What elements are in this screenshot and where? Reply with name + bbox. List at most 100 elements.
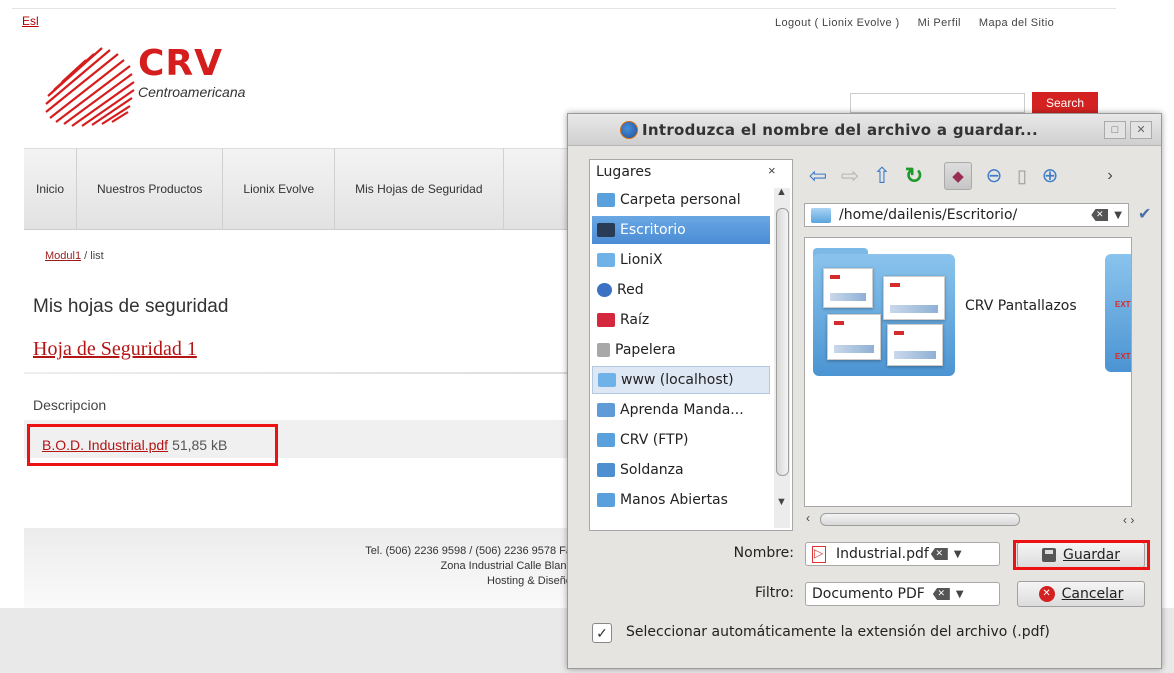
bookmark-folder-icon	[597, 403, 615, 417]
breadcrumb-current: / list	[81, 250, 104, 262]
pdf-file-icon	[812, 545, 826, 563]
filename-value: Industrial.pdf	[836, 546, 929, 562]
clear-filter-icon[interactable]: ✕	[932, 588, 950, 600]
file-download-link[interactable]: B.O.D. Industrial.pdf	[42, 437, 168, 453]
document-link[interactable]: Hoja de Seguridad 1	[33, 338, 197, 361]
places-close-icon[interactable]: ×	[768, 163, 776, 178]
place-soldanza[interactable]: Soldanza	[592, 456, 770, 484]
scroll-left-icon[interactable]: ‹	[806, 511, 810, 525]
page-title: Mis hojas de seguridad	[33, 296, 229, 317]
close-button[interactable]: ✕	[1130, 121, 1152, 139]
places-scroll-thumb[interactable]	[776, 208, 789, 476]
location-bar[interactable]: /home/dailenis/Escritorio/ ✕ ▼	[804, 203, 1129, 227]
place-label: Soldanza	[620, 462, 684, 478]
auto-extension-label[interactable]: Seleccionar automáticamente la extensión…	[626, 624, 1050, 640]
top-links: Logout ( Lionix Evolve ) Mi Perfil Mapa …	[775, 17, 1054, 29]
place-label: Papelera	[615, 342, 676, 358]
hscroll-arrows-icon[interactable]: ‹ ›	[1123, 513, 1134, 527]
place-lionix[interactable]: LioniX	[592, 246, 770, 274]
bookmarks-toggle-icon[interactable]: ◆	[944, 162, 972, 190]
trash-icon	[597, 343, 610, 357]
file-size: 51,85 kB	[172, 437, 228, 453]
network-globe-icon	[597, 283, 612, 297]
firefox-icon	[620, 121, 638, 139]
file-view-hscroll[interactable]: ‹	[804, 511, 1132, 528]
ftp-folder-icon	[597, 433, 615, 447]
place-aprenda-manda[interactable]: Aprenda Manda...	[592, 396, 770, 424]
dialog-titlebar[interactable]: Introduzca el nombre del archivo a guard…	[568, 114, 1161, 146]
search-button[interactable]: Search	[1032, 92, 1098, 114]
partial-folder-icon[interactable]: EXTRI EXTRI	[1105, 254, 1131, 372]
filename-input[interactable]: Industrial.pdf ✕ ▼	[805, 542, 1000, 566]
chevron-down-icon[interactable]: ▼	[1114, 210, 1122, 221]
extra-label: EXTRI	[1115, 352, 1131, 361]
profile-link[interactable]: Mi Perfil	[918, 17, 961, 29]
maximize-button[interactable]: □	[1104, 121, 1126, 139]
chevron-down-icon[interactable]: ▼	[954, 549, 962, 560]
document-folder-icon	[597, 463, 615, 477]
sitemap-link[interactable]: Mapa del Sitio	[979, 17, 1054, 29]
nav-item-inicio[interactable]: Inicio	[24, 148, 78, 230]
cancel-button[interactable]: ✕ Cancelar	[1017, 581, 1145, 607]
nav-item-lionix[interactable]: Lionix Evolve	[223, 148, 336, 230]
place-crv-ftp[interactable]: CRV (FTP)	[592, 426, 770, 454]
auto-extension-checkbox[interactable]: ✓	[592, 623, 612, 643]
footer-text: Tel. (506) 2236 9598 / (506) 2236 9578 F…	[24, 544, 572, 589]
people-folder-icon	[597, 493, 615, 507]
nav-item-productos[interactable]: Nuestros Productos	[77, 148, 224, 230]
up-arrow-icon[interactable]: ⇧	[868, 162, 896, 190]
location-path: /home/dailenis/Escritorio/	[839, 207, 1018, 223]
back-arrow-icon[interactable]: ⇦	[804, 162, 832, 190]
file-attachment: B.O.D. Industrial.pdf 51,85 kB	[27, 424, 278, 466]
language-link[interactable]: Esl	[22, 14, 39, 28]
place-www-localhost[interactable]: www (localhost)	[592, 366, 770, 394]
place-escritorio[interactable]: Escritorio	[592, 216, 770, 244]
place-carpeta-personal[interactable]: Carpeta personal	[592, 186, 770, 214]
scroll-up-icon[interactable]: ▲	[776, 186, 787, 198]
forward-arrow-icon[interactable]: ⇨	[836, 162, 864, 190]
main-nav: Inicio Nuestros Productos Lionix Evolve …	[24, 148, 584, 230]
clear-path-icon[interactable]: ✕	[1091, 209, 1109, 221]
place-raiz[interactable]: Raíz	[592, 306, 770, 334]
filter-select[interactable]: Documento PDF ✕ ▼	[805, 582, 1000, 606]
chevron-down-icon[interactable]: ▼	[956, 589, 964, 600]
zoom-in-icon[interactable]: ⊕	[1036, 162, 1064, 190]
screenshot-thumbnail	[883, 276, 945, 320]
place-papelera[interactable]: Papelera	[592, 336, 770, 364]
desktop-icon	[597, 223, 615, 237]
hscroll-thumb[interactable]	[820, 513, 1020, 526]
folder-crv-pantallazos[interactable]	[813, 248, 955, 376]
footer-line: Zona Industrial Calle Blanc	[440, 560, 572, 572]
screenshot-thumbnail	[827, 314, 881, 360]
filter-label-text: Filtro:	[754, 585, 794, 601]
name-label-text: Nombre:	[733, 545, 794, 561]
folder-icon	[811, 207, 831, 223]
places-panel: Lugares × Carpeta personal Escritorio Li…	[589, 159, 793, 531]
place-red[interactable]: Red	[592, 276, 770, 304]
place-label: Escritorio	[620, 222, 686, 238]
clear-name-icon[interactable]: ✕	[930, 548, 948, 560]
filter-label: Filtro:	[704, 585, 794, 601]
breadcrumb-link[interactable]: Modul1	[45, 250, 81, 262]
cancel-button-label: Cancelar	[1061, 586, 1124, 602]
places-header: Lugares	[596, 164, 652, 180]
root-drive-icon	[597, 313, 615, 327]
save-file-dialog: Introduzca el nombre del archivo a guard…	[567, 113, 1162, 669]
logo-title: CRV	[138, 43, 224, 84]
place-manos-abiertas[interactable]: Manos Abiertas	[592, 486, 770, 514]
zoom-slider-icon[interactable]: ▯	[1008, 162, 1036, 190]
logo-subtitle: Centroamericana	[138, 84, 246, 100]
logout-link[interactable]: Logout ( Lionix Evolve )	[775, 17, 900, 29]
scroll-down-icon[interactable]: ▼	[776, 496, 787, 508]
file-view: CRV Pantallazos EXTRI EXTRI	[804, 237, 1132, 507]
cancel-icon: ✕	[1038, 586, 1055, 602]
description-label: Descripcion	[33, 397, 107, 413]
confirm-path-icon[interactable]: ✔	[1138, 204, 1151, 224]
zoom-out-icon[interactable]: ⊖	[980, 162, 1008, 190]
reload-icon[interactable]: ↻	[900, 162, 928, 190]
chevron-right-icon[interactable]: ›	[1096, 162, 1124, 190]
folder-label: CRV Pantallazos	[965, 298, 1077, 314]
dialog-toolbar: ⇦ ⇨ ⇧ ↻ ◆ ⊖ ▯ ⊕ ›	[804, 162, 1154, 194]
nav-item-hojas[interactable]: Mis Hojas de Seguridad	[335, 148, 504, 230]
search-input[interactable]	[850, 93, 1025, 113]
